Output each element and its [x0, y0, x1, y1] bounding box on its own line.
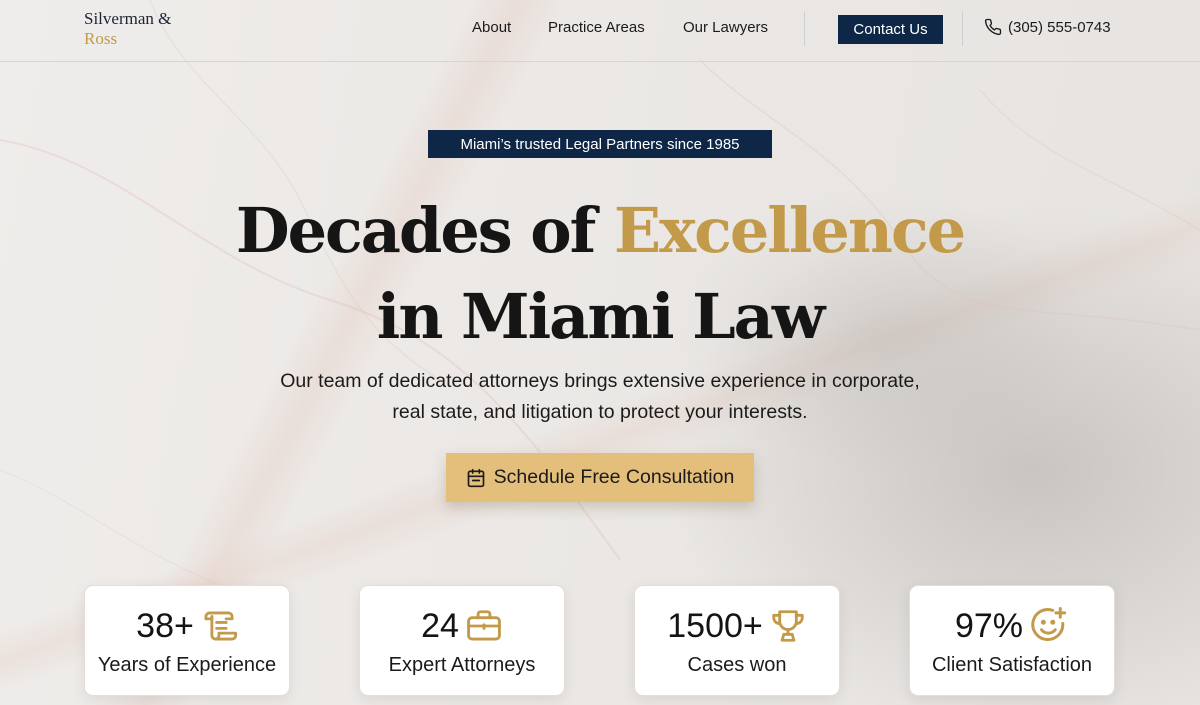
trophy-icon [769, 607, 807, 645]
stat-card-satisfaction: 97% Client Satisfaction [909, 585, 1115, 696]
site-header: Silverman & Ross About Practice Areas Ou… [0, 0, 1200, 62]
stat-label: Cases won [687, 654, 787, 676]
stat-label: Client Satisfaction [931, 654, 1093, 676]
nav-divider [804, 12, 805, 46]
hero-headline: Decades of Excellence in Miami Law [0, 188, 1200, 360]
briefcase-icon [465, 607, 503, 645]
phone-icon [984, 18, 1002, 36]
contact-us-button[interactable]: Contact Us [838, 15, 943, 44]
nav-practice-areas[interactable]: Practice Areas [548, 19, 645, 36]
stat-label: Years of Experience [97, 654, 277, 676]
schedule-consultation-button[interactable]: Schedule Free Consultation [446, 453, 754, 502]
headline-part1: Decades of [235, 194, 614, 267]
hero-subtext: Our team of dedicated attorneys brings e… [0, 366, 1200, 428]
nav-about[interactable]: About [472, 19, 511, 36]
logo-line2: Ross [84, 29, 118, 48]
stat-label: Expert Attorneys [388, 654, 536, 676]
nav-divider [962, 12, 963, 46]
stat-value: 1500+ [667, 607, 763, 645]
smile-plus-icon [1029, 606, 1069, 646]
cta-label: Schedule Free Consultation [493, 466, 735, 488]
stat-value: 38+ [136, 607, 194, 645]
phone-link[interactable]: (305) 555-0743 [984, 18, 1111, 36]
stat-card-attorneys: 24 Expert Attorneys [359, 585, 565, 696]
headline-highlight: Excellence [613, 194, 966, 267]
established-badge: Miami’s trusted Legal Partners since 198… [428, 130, 772, 158]
nav-our-lawyers[interactable]: Our Lawyers [683, 19, 768, 36]
stat-value: 24 [421, 607, 459, 645]
logo[interactable]: Silverman & Ross [84, 9, 171, 49]
subtext-line1: Our team of dedicated attorneys brings e… [280, 370, 920, 392]
stat-value: 97% [954, 607, 1024, 645]
stat-card-experience: 38+ Years of Experience [84, 585, 290, 696]
stat-card-cases: 1500+ Cases won [634, 585, 840, 696]
subtext-line2: real state, and litigation to protect yo… [392, 401, 808, 423]
calendar-icon [466, 468, 486, 488]
phone-number: (305) 555-0743 [1008, 18, 1111, 36]
headline-line2: in Miami Law [376, 280, 825, 353]
logo-line1: Silverman & [84, 9, 172, 28]
scroll-icon [200, 607, 238, 645]
